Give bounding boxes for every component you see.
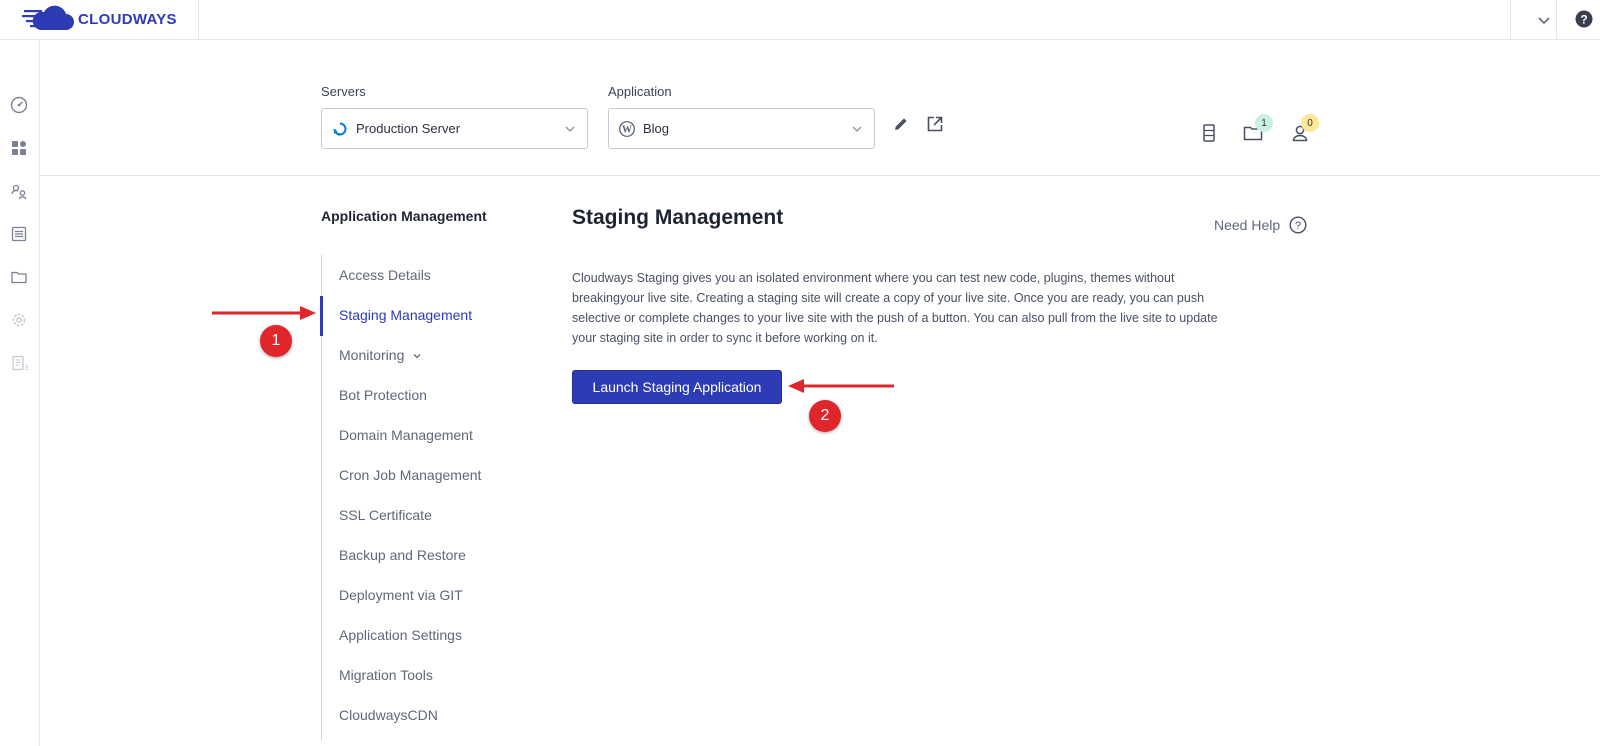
annotation-step-2: 2 bbox=[809, 400, 841, 432]
staging-description: Cloudways Staging gives you an isolated … bbox=[572, 271, 1218, 345]
sidebar-item-staging-management[interactable]: Staging Management bbox=[339, 307, 472, 323]
chevron-down-icon bbox=[413, 354, 421, 359]
sidebar-item-application-settings[interactable]: Application Settings bbox=[339, 627, 462, 643]
edit-pencil-icon[interactable] bbox=[891, 114, 911, 134]
svg-text:?: ? bbox=[1580, 13, 1587, 27]
settings-gear-icon[interactable] bbox=[9, 310, 29, 330]
active-item-indicator bbox=[320, 296, 323, 336]
list-document-icon[interactable] bbox=[9, 224, 29, 244]
top-bar: CLOUDWAYS ? bbox=[0, 0, 1600, 40]
header-divider bbox=[40, 175, 1600, 176]
application-select[interactable]: W Blog bbox=[608, 108, 875, 149]
sidebar-title: Application Management bbox=[321, 208, 487, 224]
application-select-value: Blog bbox=[643, 121, 670, 136]
sidebar-item-cloudwayscdn[interactable]: CloudwaysCDN bbox=[339, 707, 438, 723]
server-stack-icon[interactable] bbox=[1198, 122, 1220, 144]
page-title: Staging Management bbox=[572, 206, 784, 229]
question-circle-icon: ? bbox=[1289, 216, 1307, 234]
wordpress-icon: W bbox=[619, 120, 635, 137]
topbar-divider bbox=[198, 0, 199, 40]
servers-label: Servers bbox=[321, 84, 366, 99]
brand-name: CLOUDWAYS bbox=[78, 10, 177, 28]
cloud-logo-icon bbox=[22, 5, 74, 30]
svg-text:W: W bbox=[622, 124, 632, 135]
folder-icon[interactable] bbox=[9, 267, 29, 287]
chevron-down-icon[interactable] bbox=[1536, 12, 1552, 28]
sidebar-item-label: Monitoring bbox=[339, 347, 405, 363]
server-select-value: Production Server bbox=[356, 121, 461, 136]
application-label: Application bbox=[608, 84, 672, 99]
annotation-step-1: 1 bbox=[260, 325, 292, 357]
sidebar-item-ssl-certificate[interactable]: SSL Certificate bbox=[339, 507, 432, 523]
applications-grid-icon[interactable] bbox=[9, 138, 29, 158]
server-select[interactable]: Production Server bbox=[321, 108, 588, 149]
sidebar-item-cron-job-management[interactable]: Cron Job Management bbox=[339, 467, 481, 483]
left-nav-rail: $ bbox=[0, 40, 40, 746]
annotation-arrow-right-icon bbox=[212, 306, 316, 320]
billing-invoice-icon[interactable]: $ bbox=[9, 353, 29, 373]
topbar-divider bbox=[1556, 0, 1557, 40]
cloudways-logo[interactable]: CLOUDWAYS bbox=[22, 4, 177, 34]
chevron-down-icon bbox=[852, 126, 862, 132]
team-members-icon[interactable] bbox=[9, 181, 29, 201]
annotation-arrow-left-icon bbox=[788, 379, 894, 393]
sidebar-item-deployment-via-git[interactable]: Deployment via GIT bbox=[339, 587, 463, 603]
sidebar-item-domain-management[interactable]: Domain Management bbox=[339, 427, 473, 443]
sidebar-item-migration-tools[interactable]: Migration Tools bbox=[339, 667, 433, 683]
sidebar-item-monitoring[interactable]: Monitoring bbox=[339, 347, 422, 363]
dashboard-gauge-icon[interactable] bbox=[9, 95, 29, 115]
help-icon[interactable]: ? bbox=[1575, 10, 1593, 28]
server-provider-icon bbox=[332, 121, 348, 137]
external-link-icon[interactable] bbox=[925, 114, 945, 134]
user-count-badge: 0 bbox=[1301, 114, 1319, 132]
need-help-link[interactable]: Need Help ? bbox=[1214, 216, 1307, 234]
need-help-label: Need Help bbox=[1214, 217, 1281, 233]
svg-text:?: ? bbox=[1295, 220, 1301, 232]
folder-count-badge: 1 bbox=[1255, 114, 1273, 132]
sidebar-item-backup-and-restore[interactable]: Backup and Restore bbox=[339, 547, 466, 563]
sidebar-item-access-details[interactable]: Access Details bbox=[339, 267, 431, 283]
launch-staging-application-button[interactable]: Launch Staging Application bbox=[572, 370, 782, 404]
topbar-divider bbox=[1510, 0, 1511, 40]
chevron-down-icon bbox=[565, 126, 575, 132]
svg-text:$: $ bbox=[25, 365, 28, 372]
sidebar-item-bot-protection[interactable]: Bot Protection bbox=[339, 387, 427, 403]
